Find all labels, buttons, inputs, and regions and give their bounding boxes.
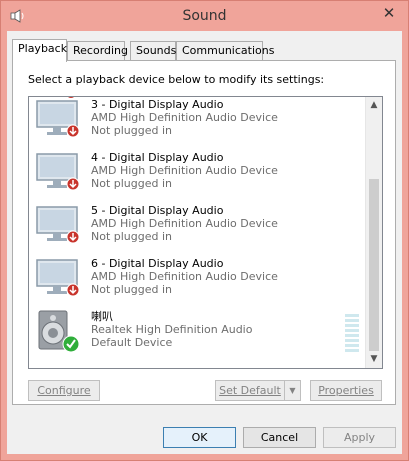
device-driver: AMD High Definition Audio Device: [91, 217, 278, 230]
device-item[interactable]: 6 - Digital Display Audio AMD High Defin…: [29, 244, 367, 297]
scroll-up-arrow-icon[interactable]: ▲: [366, 97, 382, 114]
apply-button[interactable]: Apply: [323, 427, 396, 448]
device-item-default[interactable]: 喇叭 Realtek High Definition Audio Default…: [29, 297, 367, 353]
scroll-down-arrow-icon[interactable]: ▼: [366, 351, 382, 368]
device-text: 4 - Digital Display Audio AMD High Defin…: [91, 151, 278, 190]
device-name: 4 - Digital Display Audio: [91, 151, 224, 164]
configure-button[interactable]: Configure: [28, 380, 100, 401]
close-button[interactable]: ✕: [378, 3, 400, 23]
cancel-button[interactable]: Cancel: [243, 427, 316, 448]
device-driver: AMD High Definition Audio Device: [91, 111, 278, 124]
monitor-icon: [36, 206, 79, 244]
dialog-client-area: Playback Recording Sounds Communications…: [7, 31, 402, 454]
device-status: Not plugged in: [91, 177, 173, 190]
monitor-icon: [36, 100, 79, 138]
device-list-content: 3 - Digital Display Audio AMD High Defin…: [29, 97, 367, 353]
set-default-button[interactable]: Set Default ▼: [215, 380, 301, 401]
device-driver: AMD High Definition Audio Device: [91, 164, 278, 177]
ok-button[interactable]: OK: [163, 427, 236, 448]
tab-playback[interactable]: Playback: [12, 39, 67, 62]
tab-recording[interactable]: Recording: [67, 41, 128, 61]
device-name: 5 - Digital Display Audio: [91, 204, 224, 217]
volume-level-meter: [345, 314, 359, 354]
device-text: 喇叭 Realtek High Definition Audio Default…: [91, 310, 252, 349]
sound-dialog: Sound ✕ Playback Recording Sounds Commun…: [0, 0, 409, 461]
scroll-thumb[interactable]: [369, 179, 379, 351]
configure-label: Configure: [37, 384, 91, 397]
device-text: 6 - Digital Display Audio AMD High Defin…: [91, 257, 278, 296]
speaker-icon: [38, 310, 79, 353]
device-name: 喇叭: [91, 310, 113, 323]
properties-button[interactable]: Properties: [310, 380, 382, 401]
device-status: Not plugged in: [91, 124, 173, 137]
device-status: Not plugged in: [91, 230, 173, 243]
chevron-down-icon[interactable]: ▼: [284, 381, 300, 400]
device-text: 5 - Digital Display Audio AMD High Defin…: [91, 204, 278, 243]
tab-communications[interactable]: Communications: [176, 41, 274, 61]
tab-sounds[interactable]: Sounds: [130, 41, 176, 61]
device-driver: AMD High Definition Audio Device: [91, 270, 278, 283]
properties-label: Properties: [318, 384, 374, 397]
device-item[interactable]: 5 - Digital Display Audio AMD High Defin…: [29, 191, 367, 244]
device-driver: Realtek High Definition Audio: [91, 323, 253, 336]
device-name: 6 - Digital Display Audio: [91, 257, 224, 270]
title-bar[interactable]: Sound ✕: [1, 1, 408, 31]
monitor-icon: [36, 153, 79, 191]
device-text: 3 - Digital Display Audio AMD High Defin…: [91, 98, 278, 137]
device-status: Default Device: [91, 336, 173, 349]
monitor-icon: [36, 259, 79, 297]
device-status: Not plugged in: [91, 283, 173, 296]
device-item[interactable]: 3 - Digital Display Audio AMD High Defin…: [29, 97, 367, 138]
vertical-scrollbar[interactable]: ▲ ▼: [365, 97, 382, 368]
window-title: Sound: [182, 8, 227, 24]
device-name: 3 - Digital Display Audio: [91, 98, 224, 111]
device-item[interactable]: 4 - Digital Display Audio AMD High Defin…: [29, 138, 367, 191]
instruction-text: Select a playback device below to modify…: [28, 73, 325, 86]
playback-panel: Select a playback device below to modify…: [12, 60, 396, 405]
device-list[interactable]: 3 - Digital Display Audio AMD High Defin…: [28, 96, 383, 369]
set-default-label: Set Default: [219, 384, 281, 397]
